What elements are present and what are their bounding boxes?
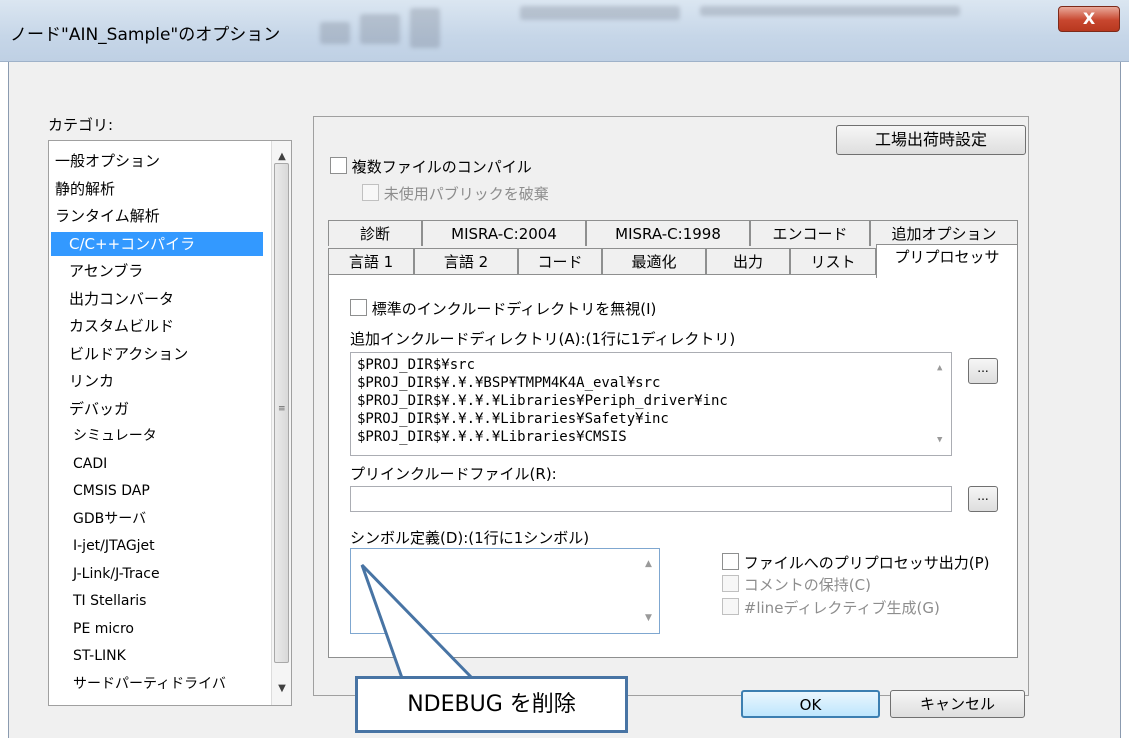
category-item[interactable]: I-jet/JTAGjet [73,534,155,558]
include-dir-line: $PROJ_DIR$¥.¥.¥.¥Libraries¥Periph_driver… [357,393,728,409]
callout-note: NDEBUG を削除 [355,676,628,733]
multi-file-label: 複数ファイルのコンパイル [351,158,532,176]
include-dir-line: $PROJ_DIR$¥.¥.¥.¥Libraries¥CMSIS [357,429,627,445]
category-item[interactable]: 出力コンバータ [69,287,174,311]
category-item[interactable]: ビルドアクション [69,342,188,366]
generate-line-checkbox[interactable] [722,598,739,615]
window-title: ノード"AIN_Sample"のオプション [10,25,281,45]
multi-file-compile-option[interactable]: 複数ファイルのコンパイル [330,156,532,177]
category-item[interactable]: 一般オプション [55,149,160,173]
close-button[interactable]: X [1058,6,1120,32]
category-scrollbar[interactable]: ▲ ≡ ▼ [271,141,291,705]
tab-row1-3[interactable]: MISRA-C:1998 [586,220,750,246]
tab-row2-1[interactable]: 言語 1 [328,248,414,274]
tab-row2-6[interactable]: リスト [790,248,876,274]
additional-include-label: 追加インクルードディレクトリ(A):(1行に1ディレクトリ) [350,330,736,348]
preprocess-to-file-checkbox[interactable] [722,553,739,570]
generate-line-option[interactable]: #lineディレクティブ生成(G) [722,597,940,618]
category-item[interactable]: ランタイム解析 [55,204,160,228]
category-item[interactable]: 静的解析 [55,177,115,201]
category-item[interactable]: カスタムビルド [69,314,174,338]
keep-comments-option[interactable]: コメントの保持(C) [722,574,871,595]
category-item[interactable]: アセンブラ [69,259,143,283]
category-item[interactable]: GDBサーバ [73,507,146,531]
category-item[interactable]: PE micro [73,617,134,641]
discard-public-label: 未使用パブリックを破棄 [383,185,549,203]
category-item[interactable]: デバッガ [69,397,129,421]
scroll-down-icon[interactable]: ▼ [937,435,942,445]
discard-public-checkbox[interactable] [362,184,379,201]
symbols-label: シンボル定義(D):(1行に1シンボル) [350,529,590,547]
scroll-up-icon[interactable]: ▲ [937,363,942,373]
preinclude-input[interactable] [350,486,952,512]
category-item[interactable]: ST-LINK [73,644,126,668]
category-item[interactable]: リンカ [69,369,114,393]
symbols-scrollbar[interactable]: ▲ ▼ [641,549,659,633]
category-item[interactable]: J-Link/J-Trace [73,562,160,586]
multi-file-checkbox[interactable] [330,157,347,174]
tab-row2-3[interactable]: コード [518,248,602,274]
scroll-up-icon[interactable]: ▲ [645,559,652,569]
scroll-down-icon[interactable]: ▼ [645,613,652,623]
tab-row1-4[interactable]: エンコード [750,220,870,246]
tab-row1-5[interactable]: 追加オプション [870,220,1018,246]
ignore-std-include-option[interactable]: 標準のインクルードディレクトリを無視(I) [350,298,656,319]
category-item[interactable]: C/C++コンパイラ [51,231,263,256]
factory-settings-button[interactable]: 工場出荷時設定 [836,125,1026,155]
ignore-std-include-checkbox[interactable] [350,299,367,316]
include-dir-line: $PROJ_DIR$¥.¥.¥BSP¥TMPM4K4A_eval¥src [357,375,661,391]
category-item[interactable]: CMSIS DAP [73,479,150,503]
preprocess-to-file-label: ファイルへのプリプロセッサ出力(P) [743,554,990,572]
preinclude-browse-button[interactable]: ... [968,486,998,512]
keep-comments-label: コメントの保持(C) [743,576,871,594]
keep-comments-checkbox[interactable] [722,575,739,592]
tab-row2-5[interactable]: 出力 [706,248,790,274]
preprocess-to-file-option[interactable]: ファイルへのプリプロセッサ出力(P) [722,552,990,573]
tab-row1-2[interactable]: MISRA-C:2004 [422,220,586,246]
include-dir-line: $PROJ_DIR$¥.¥.¥.¥Libraries¥Safety¥inc [357,411,669,427]
category-item[interactable]: シミュレータ [73,424,157,448]
include-dirs-textarea[interactable]: $PROJ_DIR$¥src $PROJ_DIR$¥.¥.¥BSP¥TMPM4K4… [350,352,952,456]
generate-line-label: #lineディレクティブ生成(G) [743,599,940,617]
scrollbar-thumb[interactable]: ≡ [274,163,289,663]
tab-row1-1[interactable]: 診断 [328,220,422,246]
category-item[interactable]: CADI [73,452,107,476]
discard-public-option[interactable]: 未使用パブリックを破棄 [362,183,549,204]
include-dir-line: $PROJ_DIR$¥src [357,357,476,373]
scroll-down-icon[interactable]: ▼ [272,679,291,699]
ok-button[interactable]: OK [741,690,880,718]
include-browse-button[interactable]: ... [968,358,998,384]
callout-pointer [360,563,476,680]
ignore-std-include-label: 標準のインクルードディレクトリを無視(I) [371,300,657,318]
cancel-button[interactable]: キャンセル [890,690,1025,718]
category-item[interactable]: TI Stellaris [73,589,146,613]
tab-row2-4[interactable]: 最適化 [602,248,706,274]
include-dirs-scrollbar[interactable]: ▲ ▼ [933,353,951,455]
tab-row2-2[interactable]: 言語 2 [414,248,518,274]
category-item[interactable]: サードパーティドライバ [73,672,226,696]
category-list[interactable]: 一般オプション 静的解析ランタイム解析 C/C++コンパイラアセンブラ出力コンバータ… [48,140,292,706]
category-label: カテゴリ: [48,116,114,134]
tab-row2-7[interactable]: プリプロセッサ [876,244,1018,278]
preinclude-label: プリインクルードファイル(R): [350,465,557,483]
